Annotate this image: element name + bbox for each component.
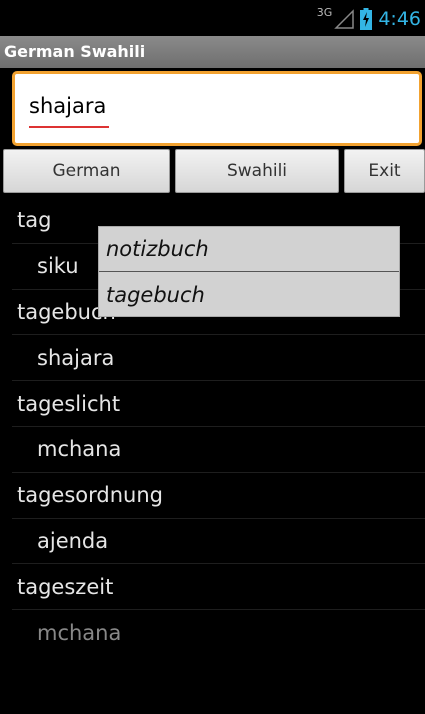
battery-charging-icon [360,8,373,30]
list-item-translation[interactable]: mchana [12,610,425,656]
swahili-button[interactable]: Swahili [175,149,339,193]
exit-button[interactable]: Exit [344,149,425,193]
search-input[interactable] [29,94,389,118]
autocomplete-option[interactable]: notizbuch [99,227,399,272]
status-icons: 3G 4:46 [317,6,421,32]
autocomplete-option[interactable]: tagebuch [99,272,399,317]
list-item-translation[interactable]: shajara [12,335,425,382]
list-item-term[interactable]: tageslicht [12,381,425,427]
app-title: German Swahili [0,36,425,68]
clock: 4:46 [378,8,421,30]
list-item-term[interactable]: tageszeit [12,564,425,611]
signal-icon [334,9,355,29]
spellcheck-underline [29,126,109,128]
list-item-term[interactable]: tagesordnung [12,473,425,519]
list-item-translation[interactable]: mchana [12,427,425,473]
autocomplete-dropdown: notizbuch tagebuch [98,226,400,317]
german-button[interactable]: German [3,149,170,193]
list-item-translation[interactable]: ajenda [12,519,425,565]
search-box[interactable] [12,71,422,146]
network-type-label: 3G [316,5,333,19]
status-bar: 3G 4:46 [0,0,425,36]
